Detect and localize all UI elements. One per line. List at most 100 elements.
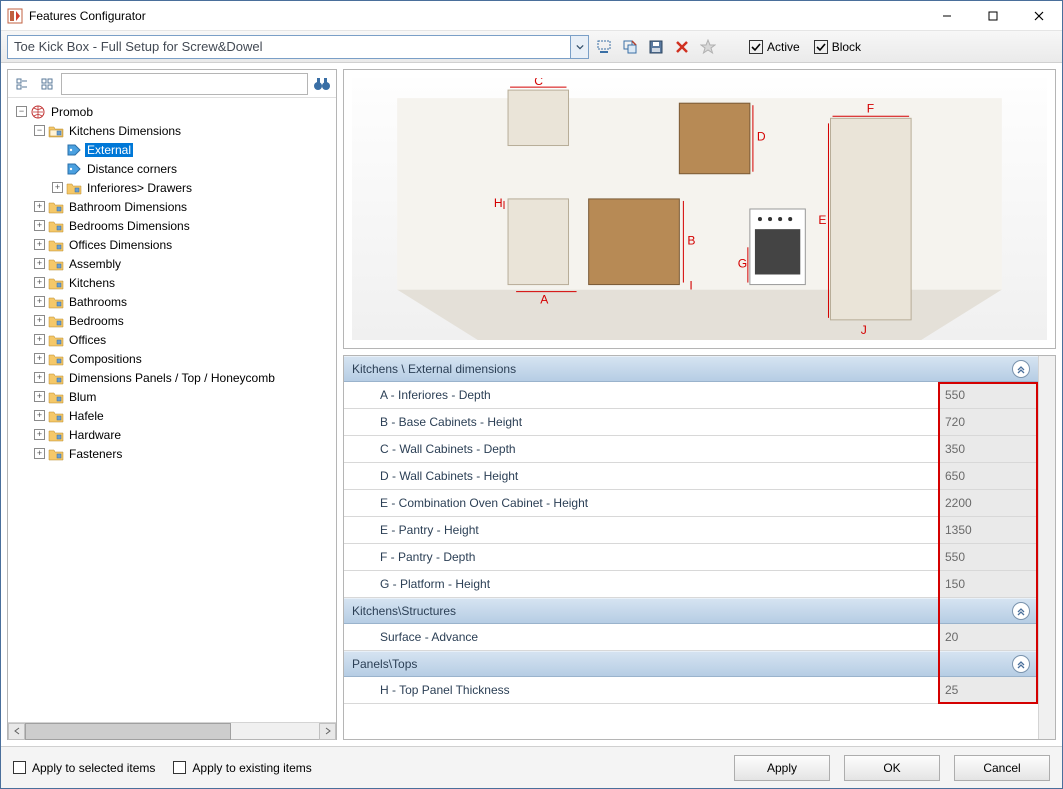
- tree-item[interactable]: + Kitchens: [34, 273, 336, 292]
- config-combo-dropdown[interactable]: [570, 36, 588, 58]
- expander-icon[interactable]: +: [34, 429, 45, 440]
- property-value-cell: [938, 490, 1038, 516]
- property-row: D - Wall Cabinets - Height: [344, 463, 1038, 490]
- collapse-group-icon[interactable]: [1012, 655, 1030, 673]
- maximize-button[interactable]: [970, 1, 1016, 31]
- expander-icon[interactable]: +: [34, 277, 45, 288]
- property-value-input[interactable]: [939, 409, 1038, 435]
- tree-collapse-icon[interactable]: [11, 73, 33, 95]
- apply-button[interactable]: Apply: [734, 755, 830, 781]
- property-value-cell: [938, 677, 1038, 703]
- preview-pane: E F J D C B I H: [343, 69, 1056, 349]
- tree-item[interactable]: + Dimensions Panels / Top / Honeycomb: [34, 368, 336, 387]
- tree-expand-icon[interactable]: [36, 73, 58, 95]
- expander-icon[interactable]: +: [34, 220, 45, 231]
- expander-icon[interactable]: +: [34, 410, 45, 421]
- tree-hscrollbar[interactable]: [8, 722, 336, 739]
- tree-item[interactable]: + Assembly: [34, 254, 336, 273]
- active-checkbox[interactable]: Active: [749, 40, 800, 54]
- property-value-input[interactable]: [939, 382, 1038, 408]
- expander-icon[interactable]: +: [34, 258, 45, 269]
- apply-existing-checkbox[interactable]: Apply to existing items: [173, 761, 311, 775]
- expander-icon[interactable]: +: [34, 315, 45, 326]
- tree-item[interactable]: + Bathroom Dimensions: [34, 197, 336, 216]
- property-value-input[interactable]: [939, 436, 1038, 462]
- tree-item-label: Offices Dimensions: [67, 238, 174, 252]
- group-title: Kitchens\Structures: [352, 604, 456, 618]
- tree-item[interactable]: + Fasteners: [34, 444, 336, 463]
- tree-item[interactable]: Distance corners: [52, 159, 336, 178]
- property-value-input[interactable]: [939, 571, 1038, 597]
- tree[interactable]: − Promob − Kitchens Dimensions External …: [8, 98, 336, 722]
- expander-icon[interactable]: +: [34, 448, 45, 459]
- select-area-icon[interactable]: [593, 36, 615, 58]
- minimize-button[interactable]: [924, 1, 970, 31]
- expander-icon[interactable]: +: [34, 239, 45, 250]
- tree-item[interactable]: + Offices: [34, 330, 336, 349]
- tree-item[interactable]: + Bathrooms: [34, 292, 336, 311]
- duplicate-icon[interactable]: [619, 36, 641, 58]
- close-button[interactable]: [1016, 1, 1062, 31]
- preview-3d: E F J D C B I H: [352, 78, 1047, 340]
- tree-item[interactable]: − Kitchens Dimensions: [34, 121, 336, 140]
- tree-item[interactable]: + Bedrooms Dimensions: [34, 216, 336, 235]
- ok-button[interactable]: OK: [844, 755, 940, 781]
- star-icon[interactable]: [697, 36, 719, 58]
- properties-list[interactable]: Kitchens \ External dimensions A - Infer…: [344, 356, 1038, 739]
- group-header[interactable]: Kitchens \ External dimensions: [344, 356, 1038, 382]
- tree-item[interactable]: + Blum: [34, 387, 336, 406]
- property-value-input[interactable]: [939, 544, 1038, 570]
- tree-item[interactable]: External: [52, 140, 336, 159]
- scroll-thumb[interactable]: [25, 723, 231, 740]
- properties-vscrollbar[interactable]: [1038, 356, 1055, 739]
- property-value-cell: [938, 544, 1038, 570]
- property-label: Surface - Advance: [344, 630, 938, 644]
- tree-item[interactable]: + Offices Dimensions: [34, 235, 336, 254]
- tree-item[interactable]: + Hardware: [34, 425, 336, 444]
- tree-item[interactable]: + Hafele: [34, 406, 336, 425]
- collapse-icon[interactable]: −: [16, 106, 27, 117]
- group-title: Kitchens \ External dimensions: [352, 362, 516, 376]
- property-value-cell: [938, 624, 1038, 650]
- expander-icon[interactable]: +: [34, 334, 45, 345]
- checkbox-icon: [173, 761, 186, 774]
- property-value-input[interactable]: [939, 490, 1038, 516]
- ok-button-label: OK: [883, 761, 900, 775]
- delete-icon[interactable]: [671, 36, 693, 58]
- binoculars-icon[interactable]: [311, 73, 333, 95]
- property-value-input[interactable]: [939, 624, 1038, 650]
- scroll-left-icon[interactable]: [8, 723, 25, 740]
- apply-selected-checkbox[interactable]: Apply to selected items: [13, 761, 155, 775]
- property-value-input[interactable]: [939, 463, 1038, 489]
- tree-item-label: Bathrooms: [67, 295, 129, 309]
- cancel-button[interactable]: Cancel: [954, 755, 1050, 781]
- group-header[interactable]: Panels\Tops: [344, 651, 1038, 677]
- expander-icon[interactable]: +: [34, 296, 45, 307]
- scroll-track[interactable]: [25, 723, 319, 740]
- property-row: A - Inferiores - Depth: [344, 382, 1038, 409]
- expander-icon[interactable]: +: [52, 182, 63, 193]
- tree-search-input[interactable]: [61, 73, 308, 95]
- scroll-right-icon[interactable]: [319, 723, 336, 740]
- tree-toolbar: [8, 70, 336, 98]
- property-value-input[interactable]: [939, 677, 1038, 703]
- check-icon: [814, 40, 828, 54]
- config-combo[interactable]: [7, 35, 589, 59]
- collapse-group-icon[interactable]: [1012, 602, 1030, 620]
- collapse-group-icon[interactable]: [1012, 360, 1030, 378]
- group-header[interactable]: Kitchens\Structures: [344, 598, 1038, 624]
- property-value-input[interactable]: [939, 517, 1038, 543]
- config-combo-input[interactable]: [8, 39, 570, 54]
- tree-item[interactable]: + Inferiores> Drawers: [52, 178, 336, 197]
- expander-icon[interactable]: +: [34, 353, 45, 364]
- tree-root[interactable]: − Promob: [16, 102, 336, 121]
- tree-item[interactable]: + Compositions: [34, 349, 336, 368]
- expander-icon[interactable]: +: [34, 372, 45, 383]
- expander-icon[interactable]: −: [34, 125, 45, 136]
- expander-icon[interactable]: +: [34, 391, 45, 402]
- tree-item[interactable]: + Bedrooms: [34, 311, 336, 330]
- expander-icon[interactable]: +: [34, 201, 45, 212]
- block-checkbox[interactable]: Block: [814, 40, 861, 54]
- save-icon[interactable]: [645, 36, 667, 58]
- folder-icon: [48, 275, 64, 291]
